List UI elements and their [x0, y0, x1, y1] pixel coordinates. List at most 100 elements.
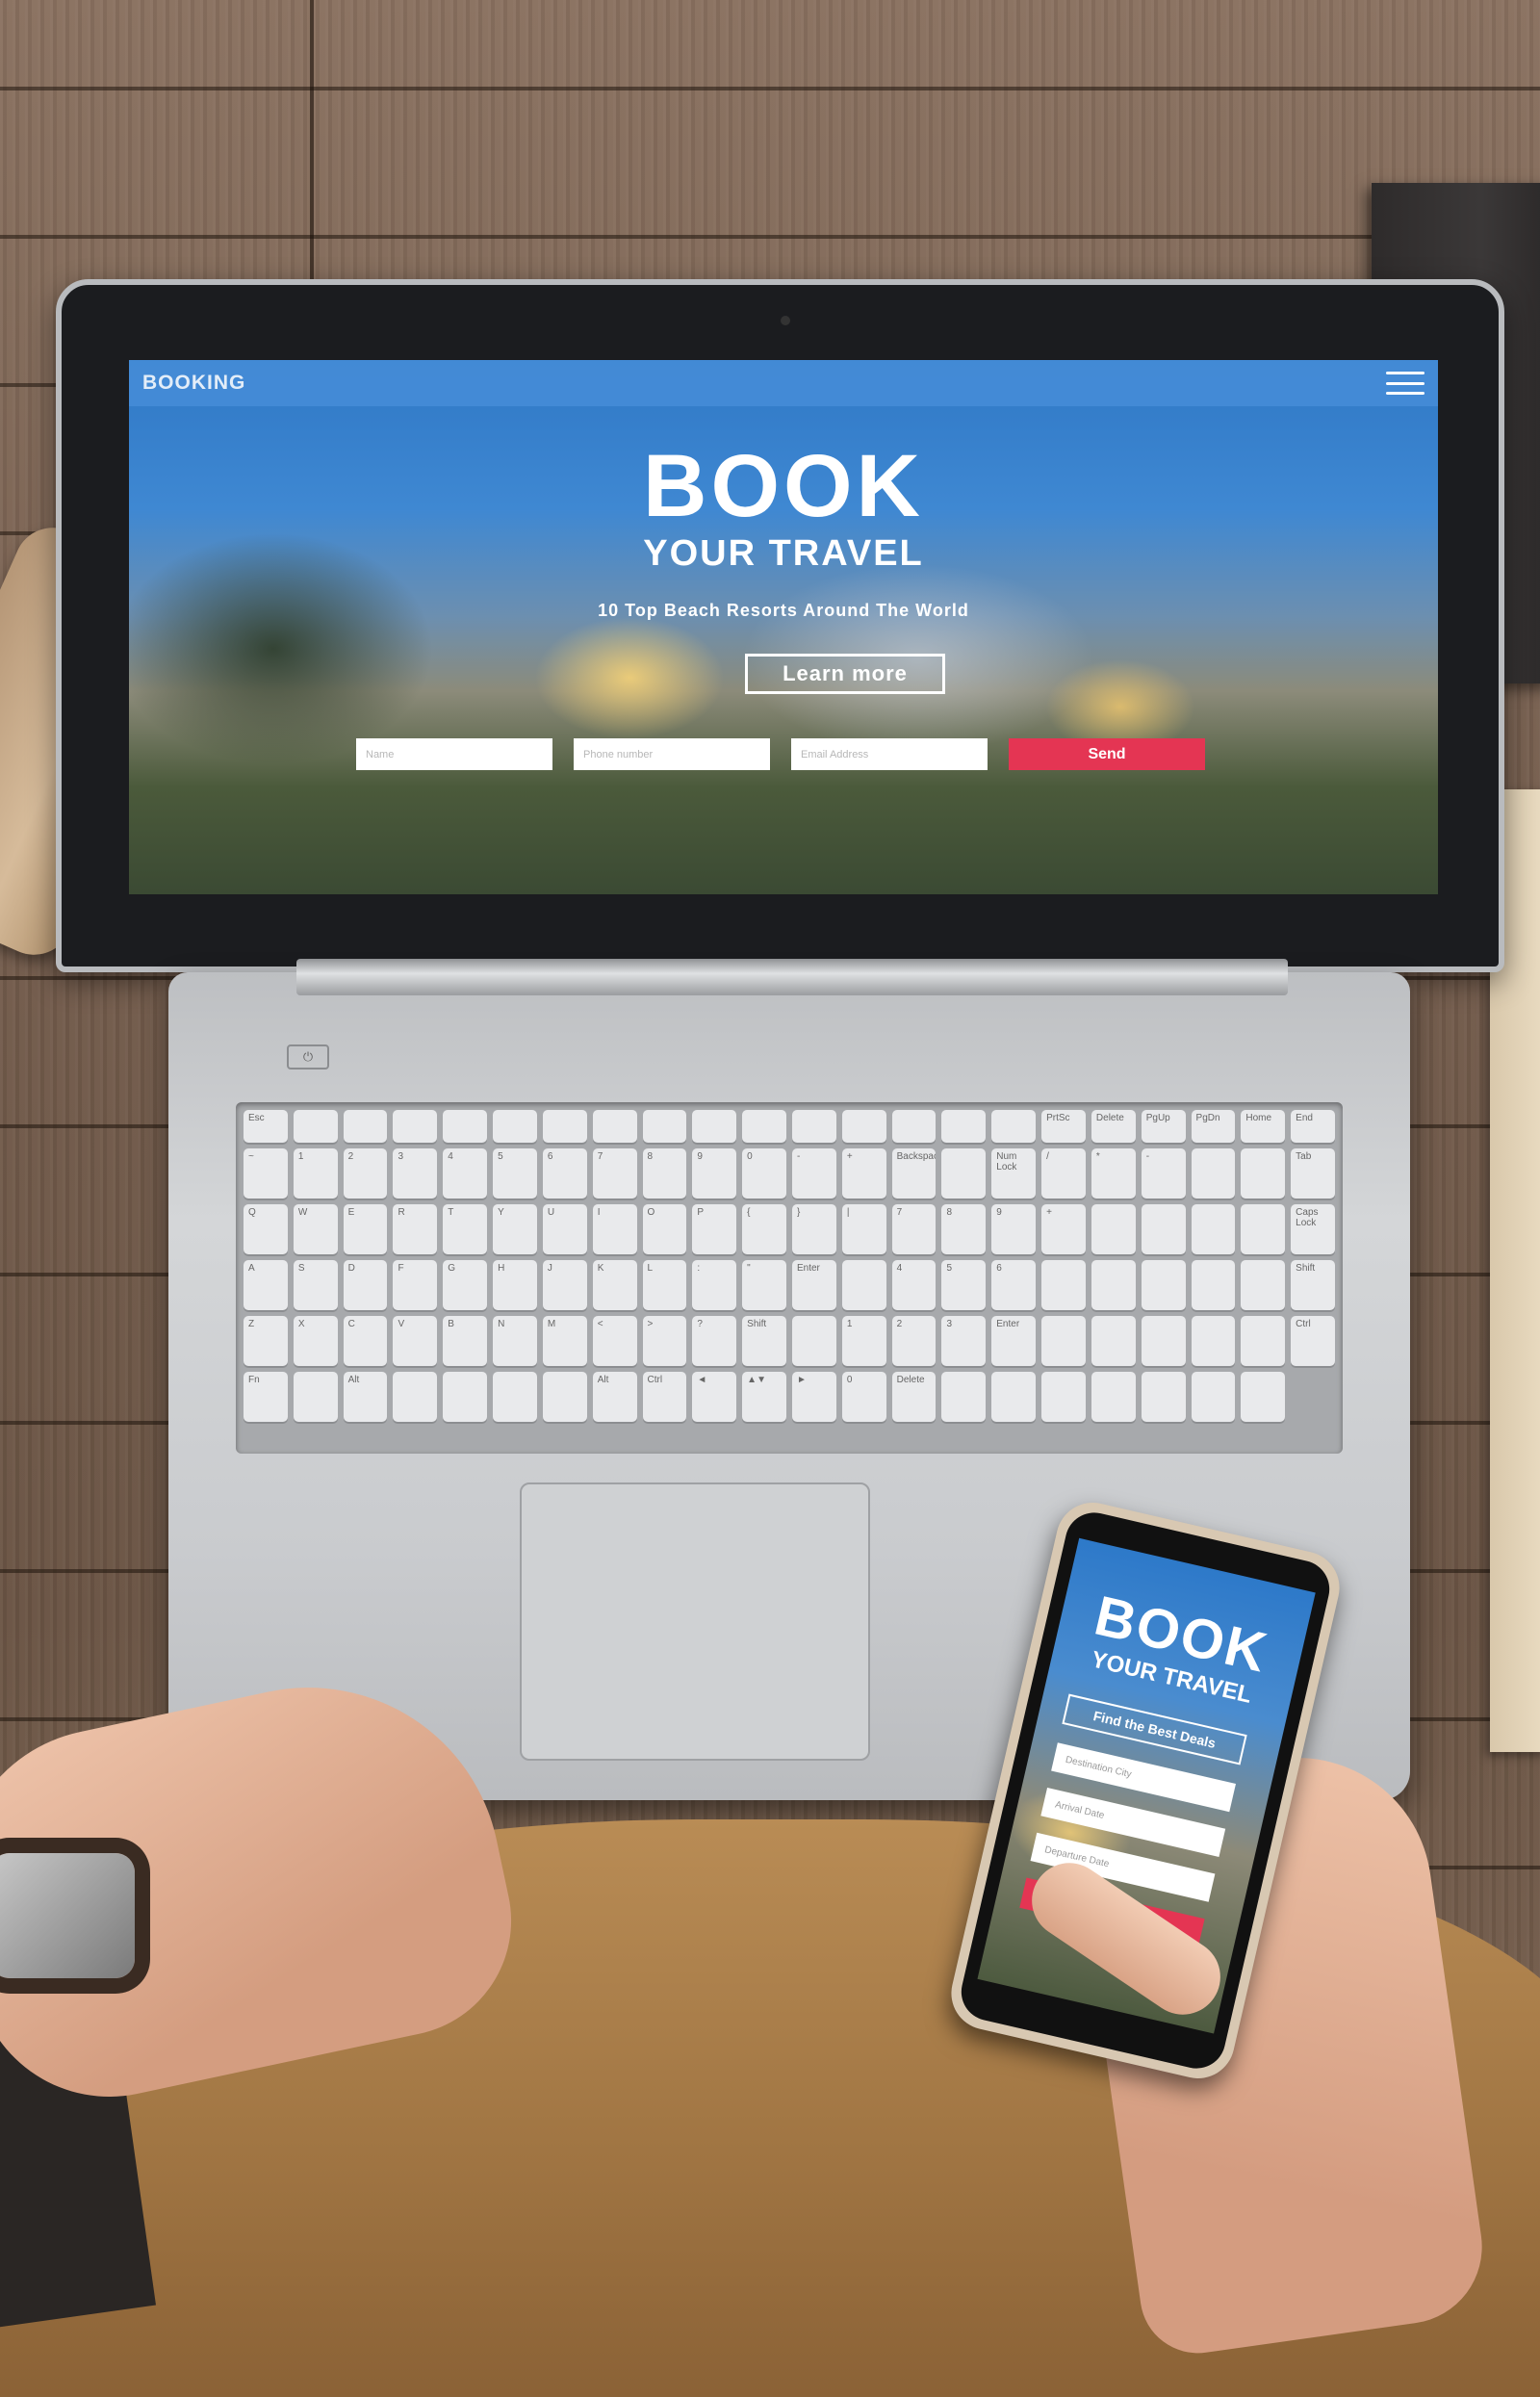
keyboard-key[interactable]: V — [393, 1316, 438, 1366]
keyboard-key[interactable] — [1241, 1204, 1286, 1254]
keyboard-key[interactable]: < — [592, 1316, 637, 1366]
keyboard-key[interactable]: U — [542, 1204, 587, 1254]
phone-field[interactable]: Phone number — [574, 738, 770, 770]
keyboard-key[interactable]: 1 — [293, 1148, 338, 1198]
keyboard-key[interactable]: 5 — [941, 1260, 987, 1310]
keyboard-key[interactable] — [1141, 1260, 1186, 1310]
keyboard-key[interactable] — [1091, 1204, 1136, 1254]
keyboard-key[interactable] — [293, 1372, 338, 1422]
keyboard-key[interactable]: A — [244, 1260, 288, 1310]
keyboard-key[interactable]: ► — [791, 1372, 836, 1422]
keyboard-key[interactable]: E — [343, 1204, 388, 1254]
keyboard-key[interactable]: + — [1041, 1204, 1086, 1254]
brand-logo[interactable]: BOOKING — [142, 372, 245, 395]
keyboard-key[interactable]: Num Lock — [991, 1148, 1037, 1198]
keyboard-key[interactable]: M — [542, 1316, 587, 1366]
keyboard-key[interactable] — [1191, 1316, 1236, 1366]
keyboard-key[interactable]: Enter — [791, 1260, 836, 1310]
keyboard-key[interactable] — [891, 1110, 937, 1143]
keyboard-key[interactable] — [1091, 1372, 1136, 1422]
keyboard-key[interactable]: Delete — [1091, 1110, 1136, 1143]
keyboard-key[interactable] — [443, 1110, 488, 1143]
keyboard-key[interactable]: N — [493, 1316, 537, 1366]
keyboard-key[interactable] — [1241, 1372, 1286, 1422]
keyboard-key[interactable] — [542, 1110, 587, 1143]
keyboard-key[interactable] — [1091, 1316, 1136, 1366]
keyboard-key[interactable]: Shift — [742, 1316, 786, 1366]
keyboard-key[interactable] — [941, 1148, 987, 1198]
keyboard-key[interactable]: " — [742, 1260, 786, 1310]
keyboard-key[interactable]: ▲▼ — [742, 1372, 786, 1422]
keyboard-key[interactable]: Tab — [1291, 1148, 1335, 1198]
keyboard-key[interactable] — [443, 1372, 488, 1422]
keyboard-key[interactable]: Y — [493, 1204, 537, 1254]
keyboard-key[interactable] — [692, 1110, 737, 1143]
send-button[interactable]: Send — [1009, 738, 1205, 770]
keyboard-key[interactable]: { — [742, 1204, 786, 1254]
keyboard-key[interactable]: Q — [244, 1204, 288, 1254]
keyboard-key[interactable]: I — [592, 1204, 637, 1254]
keyboard-key[interactable]: 7 — [592, 1148, 637, 1198]
email-field[interactable]: Email Address — [791, 738, 988, 770]
keyboard-key[interactable] — [493, 1110, 537, 1143]
keyboard-key[interactable]: R — [393, 1204, 438, 1254]
name-field[interactable]: Name — [356, 738, 552, 770]
keyboard-key[interactable]: Delete — [891, 1372, 937, 1422]
keyboard-key[interactable]: J — [542, 1260, 587, 1310]
keyboard-key[interactable]: / — [1041, 1148, 1086, 1198]
keyboard-key[interactable]: Backspace — [891, 1148, 937, 1198]
keyboard-key[interactable]: W — [293, 1204, 338, 1254]
keyboard-key[interactable]: D — [343, 1260, 388, 1310]
keyboard-key[interactable]: - — [791, 1148, 836, 1198]
keyboard-key[interactable]: B — [443, 1316, 488, 1366]
keyboard-key[interactable]: 3 — [393, 1148, 438, 1198]
keyboard-key[interactable]: 0 — [841, 1372, 886, 1422]
keyboard-key[interactable] — [1241, 1148, 1286, 1198]
keyboard-key[interactable] — [841, 1110, 886, 1143]
keyboard-key[interactable]: Caps Lock — [1291, 1204, 1335, 1254]
keyboard-key[interactable]: Z — [244, 1316, 288, 1366]
keyboard-key[interactable]: - — [1141, 1148, 1186, 1198]
keyboard-key[interactable]: * — [1091, 1148, 1136, 1198]
keyboard-key[interactable] — [991, 1110, 1037, 1143]
keyboard-key[interactable]: S — [293, 1260, 338, 1310]
hamburger-icon[interactable] — [1386, 372, 1424, 395]
keyboard-key[interactable]: X — [293, 1316, 338, 1366]
keyboard-key[interactable] — [642, 1110, 687, 1143]
keyboard-key[interactable]: L — [642, 1260, 687, 1310]
keyboard-key[interactable] — [841, 1260, 886, 1310]
touchpad[interactable] — [520, 1482, 870, 1761]
keyboard-key[interactable] — [1041, 1260, 1086, 1310]
keyboard-key[interactable]: P — [692, 1204, 737, 1254]
keyboard-key[interactable]: 7 — [891, 1204, 937, 1254]
keyboard-key[interactable] — [1091, 1260, 1136, 1310]
keyboard-key[interactable]: + — [841, 1148, 886, 1198]
keyboard-key[interactable] — [1241, 1316, 1286, 1366]
keyboard-key[interactable]: Ctrl — [1291, 1316, 1335, 1366]
keyboard-key[interactable]: Esc — [244, 1110, 288, 1143]
keyboard-key[interactable]: Enter — [991, 1316, 1037, 1366]
keyboard-key[interactable] — [1191, 1372, 1236, 1422]
keyboard-key[interactable] — [1191, 1260, 1236, 1310]
keyboard-key[interactable]: : — [692, 1260, 737, 1310]
keyboard-key[interactable] — [393, 1372, 438, 1422]
keyboard-key[interactable] — [1141, 1204, 1186, 1254]
keyboard-key[interactable]: O — [642, 1204, 687, 1254]
keyboard-key[interactable]: K — [592, 1260, 637, 1310]
keyboard-key[interactable] — [1041, 1372, 1086, 1422]
keyboard-key[interactable] — [293, 1110, 338, 1143]
keyboard-key[interactable] — [941, 1110, 987, 1143]
keyboard-key[interactable]: } — [791, 1204, 836, 1254]
keyboard-key[interactable]: C — [343, 1316, 388, 1366]
keyboard-key[interactable] — [791, 1316, 836, 1366]
keyboard-key[interactable]: 1 — [841, 1316, 886, 1366]
keyboard-key[interactable]: 6 — [991, 1260, 1037, 1310]
keyboard-key[interactable]: 8 — [941, 1204, 987, 1254]
keyboard-key[interactable]: Home — [1241, 1110, 1286, 1143]
keyboard-key[interactable]: 9 — [692, 1148, 737, 1198]
keyboard-key[interactable] — [1191, 1148, 1236, 1198]
keyboard-key[interactable]: H — [493, 1260, 537, 1310]
keyboard-key[interactable]: 4 — [891, 1260, 937, 1310]
keyboard-key[interactable]: ◄ — [692, 1372, 737, 1422]
keyboard-key[interactable]: T — [443, 1204, 488, 1254]
